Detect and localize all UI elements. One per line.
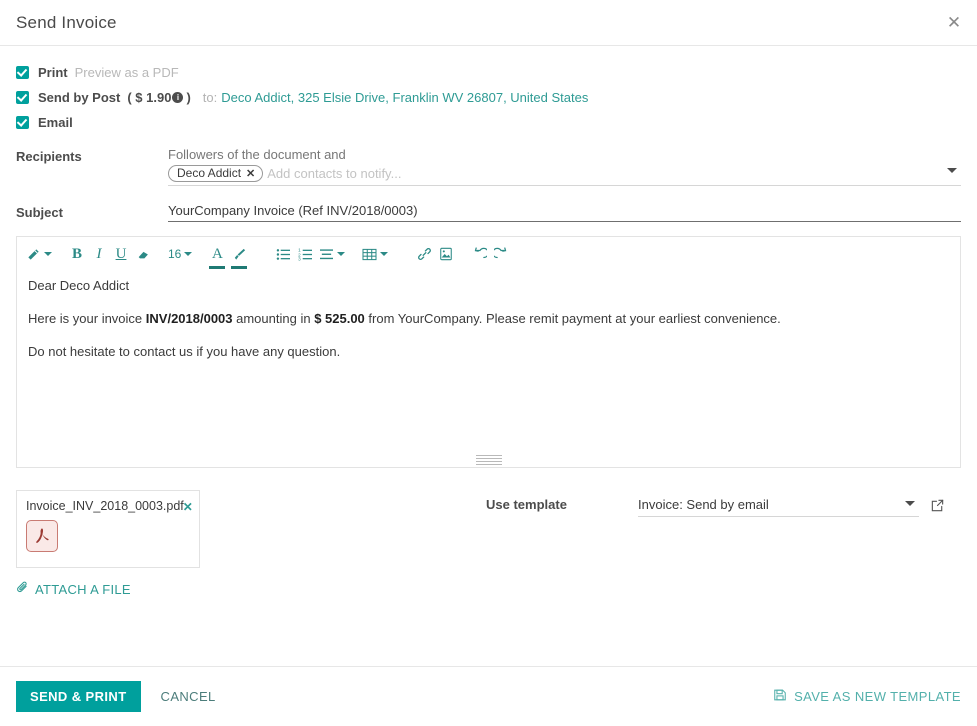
editor-closing-line: Do not hesitate to contact us if you hav… (28, 343, 341, 359)
template-select[interactable]: Invoice: Send by email (638, 497, 919, 597)
editor-resize-handle[interactable] (475, 455, 502, 465)
to-prefix-label: to: (202, 89, 218, 105)
send-by-post-checkbox[interactable] (16, 90, 29, 104)
attach-a-file-label: ATTACH A FILE (35, 581, 131, 597)
chevron-down-icon (337, 252, 346, 256)
editor-toolbar: B I U 16 A 1 2 3 (17, 237, 960, 271)
option-row-send-by-post: Send by Post ( $ 1.90 i ) to: Deco Addic… (16, 85, 961, 109)
subject-input[interactable] (168, 203, 961, 222)
align-button[interactable] (316, 241, 348, 267)
send-by-post-cost: ( $ 1.90 (127, 89, 172, 105)
recipient-tag[interactable]: Deco Addict ✕ (168, 165, 264, 182)
save-as-new-template-label: SAVE AS NEW TEMPLATE (794, 689, 961, 704)
line2-mid: amounting in (232, 310, 315, 326)
recipients-field: Followers of the document and Deco Addic… (168, 147, 961, 186)
option-row-print: Print Preview as a PDF (16, 60, 961, 84)
recipients-row: Recipients Followers of the document and… (16, 147, 961, 186)
italic-button[interactable]: I (88, 241, 110, 267)
recipient-address-link[interactable]: Deco Addict, 325 Elsie Drive, Franklin W… (221, 90, 588, 105)
font-size-select[interactable]: 16 (165, 241, 195, 267)
send-by-post-cost-end: ) (186, 89, 191, 105)
ordered-list-button[interactable]: 1 2 3 (294, 241, 316, 267)
link-button[interactable] (413, 241, 435, 267)
bold-button[interactable]: B (66, 241, 88, 267)
subject-row: Subject (16, 203, 961, 222)
editor-content[interactable]: Dear Deco Addict Here is your invoice IN… (17, 271, 960, 362)
dialog-title: Send Invoice (16, 12, 117, 32)
attach-a-file-button[interactable]: ATTACH A FILE (16, 581, 131, 597)
cancel-button[interactable]: CANCEL (155, 681, 222, 712)
close-icon[interactable]: ✕ (246, 167, 255, 180)
font-color-swatch (209, 266, 226, 269)
floppy-disk-icon (773, 688, 787, 705)
template-value[interactable]: Invoice: Send by email (638, 497, 919, 517)
chevron-down-icon[interactable] (905, 501, 915, 506)
paperclip-icon (16, 581, 29, 597)
print-sublabel: Preview as a PDF (74, 64, 179, 80)
close-icon[interactable]: ✕ (941, 10, 967, 36)
underline-button[interactable]: U (110, 241, 132, 267)
line2-post: from YourCompany. Please remit payment a… (364, 310, 781, 326)
print-checkbox[interactable] (16, 65, 29, 79)
external-link-icon[interactable] (930, 497, 945, 597)
email-body-editor: B I U 16 A 1 2 3 Dear Deco Addict Here i… (16, 236, 961, 468)
use-template-label: Use template (486, 497, 567, 512)
pdf-icon[interactable] (26, 520, 58, 552)
attachment-filename: Invoice_INV_2018_0003.pdf (26, 499, 184, 513)
dialog-footer: SEND & PRINT CANCEL SAVE AS NEW TEMPLATE (0, 666, 977, 726)
lower-section: Invoice_INV_2018_0003.pdf✕ ATTACH A FILE… (16, 490, 961, 597)
send-invoice-dialog: Send Invoice ✕ Print Preview as a PDF Se… (0, 0, 977, 726)
recipients-label: Recipients (16, 149, 82, 164)
email-checkbox[interactable] (16, 115, 29, 129)
line2-invoice-number: INV/2018/0003 (145, 310, 233, 326)
chevron-down-icon (44, 252, 52, 256)
line2-pre: Here is your invoice (28, 310, 146, 326)
subject-field (168, 203, 961, 222)
attachment-item: Invoice_INV_2018_0003.pdf✕ (16, 490, 200, 568)
editor-greeting: Dear Deco Addict (28, 278, 130, 293)
chevron-down-icon[interactable] (947, 168, 957, 173)
subject-label: Subject (16, 205, 63, 220)
send-and-print-button[interactable]: SEND & PRINT (16, 681, 141, 712)
info-icon[interactable]: i (172, 91, 184, 103)
chevron-down-icon (380, 252, 389, 256)
unordered-list-button[interactable] (272, 241, 294, 267)
background-color-swatch (231, 266, 248, 269)
svg-text:3: 3 (298, 256, 301, 260)
font-color-button[interactable]: A (206, 241, 228, 269)
resize-line (475, 461, 502, 462)
recipients-placeholder: Add contacts to notify... (267, 166, 402, 181)
image-button[interactable] (435, 241, 457, 267)
chevron-down-icon (184, 252, 193, 256)
attachment-name-row: Invoice_INV_2018_0003.pdf✕ (26, 499, 193, 514)
recipient-tag-label: Deco Addict (177, 166, 242, 180)
print-label: Print (38, 64, 68, 80)
resize-line (475, 464, 502, 465)
undo-button[interactable] (468, 241, 490, 267)
resize-line (475, 458, 502, 459)
background-color-button[interactable] (228, 241, 250, 269)
save-as-new-template-button[interactable]: SAVE AS NEW TEMPLATE (773, 680, 961, 713)
option-row-email: Email (16, 110, 961, 134)
font-color-letter: A (211, 245, 223, 262)
dialog-body: Print Preview as a PDF Send by Post ( $ … (0, 46, 977, 597)
editor-invoice-line: Here is your invoice INV/2018/0003 amoun… (28, 310, 949, 329)
send-by-post-label: Send by Post (38, 89, 121, 105)
table-button[interactable] (359, 241, 391, 267)
close-icon[interactable]: ✕ (183, 500, 193, 514)
line2-amount: $ 525.00 (314, 310, 365, 326)
attachments-column: Invoice_INV_2018_0003.pdf✕ ATTACH A FILE (16, 490, 486, 597)
remove-format-icon[interactable] (132, 241, 154, 267)
font-size-value: 16 (168, 247, 182, 261)
email-label: Email (38, 114, 73, 130)
recipients-input[interactable]: Deco Addict ✕ Add contacts to notify... (168, 165, 961, 186)
followers-text: Followers of the document and (168, 147, 346, 162)
resize-line (475, 455, 502, 456)
redo-button[interactable] (490, 241, 512, 267)
template-column: Use template Invoice: Send by email (486, 490, 961, 597)
dialog-header: Send Invoice ✕ (0, 0, 977, 46)
style-wand-icon[interactable] (23, 241, 55, 267)
